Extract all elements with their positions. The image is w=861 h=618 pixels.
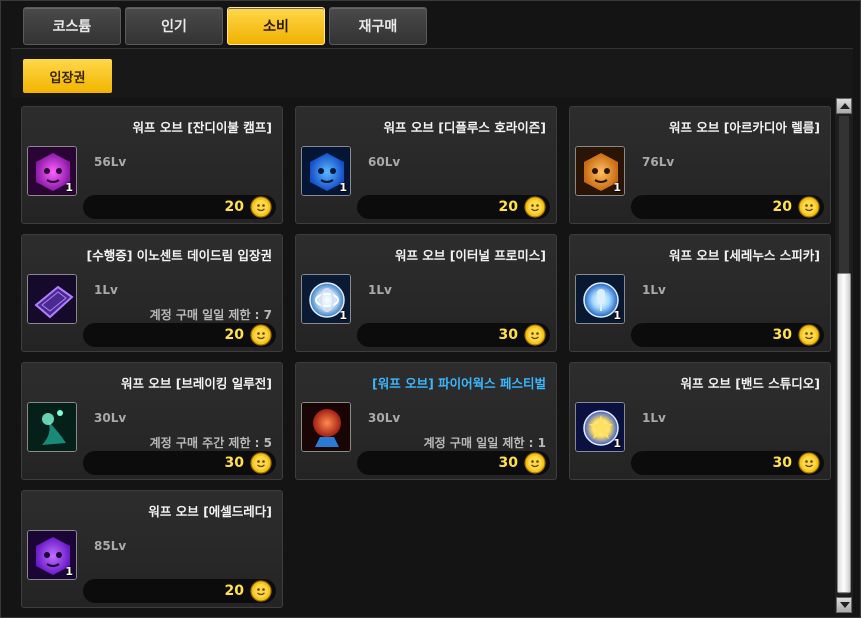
item-name: 워프 오브 [에셀드레다] [148, 504, 272, 519]
item-card[interactable]: 워프 오브 [잔디이불 캠프] 1 56Lv 20 [21, 106, 283, 224]
item-level: 1Lv [642, 283, 666, 297]
item-price: 30 [224, 455, 244, 471]
item-price: 20 [772, 199, 792, 215]
item-level: 56Lv [94, 155, 127, 169]
coin-icon [250, 196, 272, 218]
item-card[interactable]: [수행증] 이노센트 데이드림 입장권 1Lv 계정 구매 일일 제한 : 7 … [21, 234, 283, 352]
item-quantity: 1 [613, 437, 621, 450]
tab-repurchase[interactable]: 재구매 [329, 7, 427, 45]
item-level: 85Lv [94, 539, 127, 553]
item-name: 워프 오브 [세레누스 스피카] [669, 248, 820, 263]
subtab-entry-ticket[interactable]: 입장권 [23, 59, 112, 93]
ticket-icon [27, 274, 77, 324]
category-tabs: 코스튬 인기 소비 재구매 [23, 7, 427, 47]
purchase-limit: 계정 구매 일일 제한 : 7 [149, 308, 272, 322]
item-name: 워프 오브 [밴드 스튜디오] [680, 376, 820, 391]
price-bar: 30 [631, 451, 824, 475]
subcategory-bar: 입장권 [11, 48, 853, 98]
item-level: 1Lv [642, 411, 666, 425]
item-quantity: 1 [339, 309, 347, 322]
crystal-ball-icon [301, 402, 351, 452]
item-price: 30 [772, 455, 792, 471]
blue-orb-icon: 1 [301, 146, 351, 196]
item-card[interactable]: 워프 오브 [세레누스 스피카] 1 1Lv 30 [569, 234, 831, 352]
teal-swirl-icon [27, 402, 77, 452]
item-card[interactable]: 워프 오브 [이터널 프로미스] 1 1Lv 30 [295, 234, 557, 352]
item-price: 30 [498, 455, 518, 471]
item-name: [수행증] 이노센트 데이드림 입장권 [86, 248, 272, 263]
coin-icon [524, 324, 546, 346]
rings-orb-icon: 1 [301, 274, 351, 324]
item-grid: 워프 오브 [잔디이불 캠프] 1 56Lv 20 워프 오브 [디플루스 호라… [11, 98, 835, 613]
item-price: 20 [498, 199, 518, 215]
item-quantity: 1 [65, 181, 73, 194]
item-card[interactable]: 워프 오브 [브레이킹 일루전] 30Lv 계정 구매 주간 제한 : 5 30 [21, 362, 283, 480]
star-orb-icon: 1 [575, 402, 625, 452]
item-price: 30 [772, 327, 792, 343]
item-name: 워프 오브 [브레이킹 일루전] [121, 376, 272, 391]
price-bar: 30 [357, 451, 550, 475]
item-price: 20 [224, 327, 244, 343]
item-card[interactable]: [워프 오브] 파이어웍스 페스티벌 30Lv 계정 구매 일일 제한 : 1 … [295, 362, 557, 480]
item-level: 76Lv [642, 155, 675, 169]
price-bar: 20 [83, 195, 276, 219]
item-name: [워프 오브] 파이어웍스 페스티벌 [372, 376, 546, 391]
item-price: 20 [224, 583, 244, 599]
item-name: 워프 오브 [아르카디아 렐름] [669, 120, 820, 135]
item-card[interactable]: 워프 오브 [아르카디아 렐름] 1 76Lv 20 [569, 106, 831, 224]
tab-costume[interactable]: 코스튬 [23, 7, 121, 45]
tab-popular[interactable]: 인기 [125, 7, 223, 45]
item-card[interactable]: 워프 오브 [에셀드레다] 1 85Lv 20 [21, 490, 283, 608]
coin-icon [524, 452, 546, 474]
item-card[interactable]: 워프 오브 [밴드 스튜디오] 1 1Lv 30 [569, 362, 831, 480]
item-name: 워프 오브 [이터널 프로미스] [395, 248, 546, 263]
price-bar: 30 [357, 323, 550, 347]
coin-icon [250, 580, 272, 602]
item-quantity: 1 [613, 181, 621, 194]
price-bar: 20 [83, 579, 276, 603]
item-price: 30 [498, 327, 518, 343]
coin-icon [250, 452, 272, 474]
coin-icon [798, 452, 820, 474]
item-card[interactable]: 워프 오브 [디플루스 호라이즌] 1 60Lv 20 [295, 106, 557, 224]
item-price: 20 [224, 199, 244, 215]
violet-orb-icon: 1 [27, 530, 77, 580]
scroll-down-button[interactable] [836, 597, 852, 613]
scrollbar[interactable] [835, 98, 853, 613]
price-bar: 30 [83, 451, 276, 475]
price-bar: 20 [631, 195, 824, 219]
scroll-up-button[interactable] [836, 98, 852, 114]
price-bar: 20 [83, 323, 276, 347]
purchase-limit: 계정 구매 일일 제한 : 1 [423, 436, 546, 450]
item-name: 워프 오브 [디플루스 호라이즌] [383, 120, 546, 135]
coin-icon [798, 196, 820, 218]
coin-icon [798, 324, 820, 346]
item-quantity: 1 [613, 309, 621, 322]
item-level: 1Lv [368, 283, 392, 297]
shop-window: 코스튬 인기 소비 재구매 입장권 워프 오브 [잔디이불 캠프] 1 56Lv… [0, 0, 861, 618]
item-quantity: 1 [65, 565, 73, 578]
item-level: 30Lv [94, 411, 127, 425]
price-bar: 30 [631, 323, 824, 347]
item-level: 30Lv [368, 411, 401, 425]
scroll-thumb[interactable] [837, 273, 851, 593]
orange-orb-icon: 1 [575, 146, 625, 196]
item-name: 워프 오브 [잔디이불 캠프] [132, 120, 272, 135]
purple-orb-icon: 1 [27, 146, 77, 196]
purchase-limit: 계정 구매 주간 제한 : 5 [149, 436, 272, 450]
item-level: 1Lv [94, 283, 118, 297]
price-bar: 20 [357, 195, 550, 219]
item-quantity: 1 [339, 181, 347, 194]
microphone-orb-icon: 1 [575, 274, 625, 324]
coin-icon [250, 324, 272, 346]
coin-icon [524, 196, 546, 218]
tab-consumable[interactable]: 소비 [227, 7, 325, 45]
item-level: 60Lv [368, 155, 401, 169]
